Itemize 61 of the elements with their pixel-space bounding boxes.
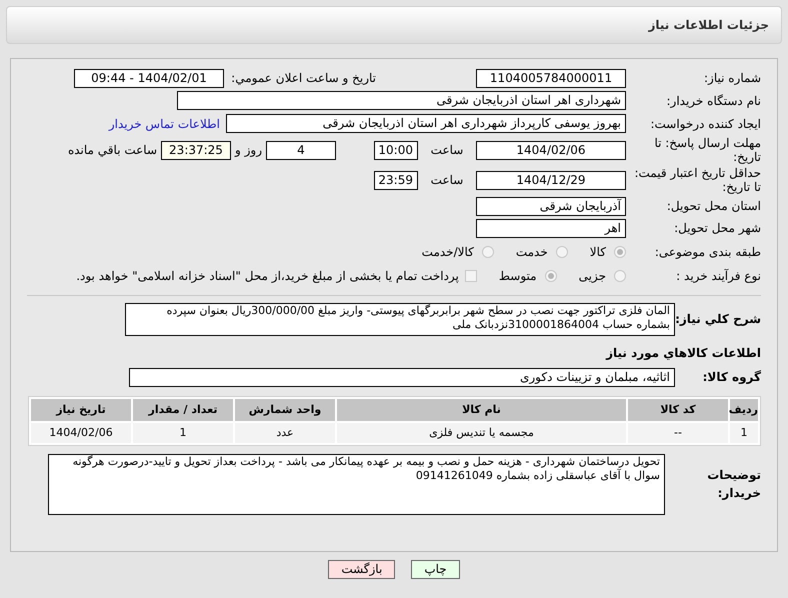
radio-button[interactable] <box>614 270 626 282</box>
radio-button[interactable] <box>482 246 494 258</box>
table-cell: 1 <box>730 423 758 443</box>
field-label: توضیحات خریدار: <box>706 467 761 502</box>
days-field: 4 <box>266 140 336 160</box>
table-cell: 1404/02/06 <box>31 423 131 443</box>
field-label: شرح کلي نياز: <box>675 311 761 328</box>
field-label: شهر محل تحویل: <box>673 221 761 235</box>
buyer-org-field: شهرداری اهر استان اذربایجان شرقی <box>177 91 626 110</box>
announce-date-field: 1404/02/01 - 09:44 <box>74 68 224 88</box>
radio-label: متوسط <box>498 268 537 285</box>
table-cell: 1 <box>133 423 233 443</box>
column-header: واحد شمارش <box>235 399 335 421</box>
table-cell: مجسمه یا تندیس فلزی <box>337 423 626 443</box>
column-header: نام کالا <box>337 399 626 421</box>
page-title: جزئیات اطلاعات نیاز <box>648 17 769 34</box>
column-header: تعداد / مقدار <box>133 399 233 421</box>
print-button[interactable]: چاپ <box>411 560 460 579</box>
contact-link[interactable]: اطلاعات تماس خریدار <box>108 114 220 132</box>
field-label: شماره نیاز: <box>703 71 761 85</box>
requester-field: بهروز یوسفی کارپرداز شهرداری اهر استان اذربایجان شرقی <box>226 114 626 133</box>
payment-label: پرداخت تمام یا بخشی از مبلغ خرید،از محل "اسناد خزانه اسلامی" خواهد بود. <box>76 268 459 285</box>
radio-button[interactable] <box>544 270 557 282</box>
goods-group-field: اثاثیه، مبلمان و تزیینات دکوری <box>129 368 675 386</box>
buyer-notes-textarea[interactable]: تحویل درساختمان شهرداری - هزینه حمل و نصب و بیمه بر عهده پیمانکار می باشد - پرداخت بعداز تحویل و تایید-درصورت هرگونه سوال با آقای عباسقلی زاده بشماره 09141261049 <box>48 454 665 514</box>
section-heading: اطلاعات کالاهاي مورد نياز <box>604 345 761 362</box>
remaining-label: ساعت باقي مانده <box>68 142 157 159</box>
field-label: نام دستگاه خریدار: <box>666 94 761 108</box>
days-label: روز و <box>234 142 263 159</box>
radio-label: جزیی <box>578 268 606 285</box>
city-field: اهر <box>476 218 626 238</box>
remaining-time-field: 23:37:25 <box>161 140 231 160</box>
column-header: کد کالا <box>628 399 728 421</box>
validity-time-field: 23:59 <box>374 170 418 190</box>
table-cell: عدد <box>235 423 335 443</box>
time-label: ساعت <box>430 142 464 159</box>
back-button[interactable]: بازگشت <box>328 560 396 579</box>
province-field: آذربایجان شرقی <box>476 196 626 216</box>
field-label: طبقه بندی موضوعی: <box>654 245 761 259</box>
field-label: استان محل تحویل: <box>666 199 761 213</box>
deadline-date-field: 1404/02/06 <box>476 140 626 160</box>
radio-label: کالا <box>590 244 606 261</box>
radio-label: کالا/خدمت <box>422 244 474 261</box>
radio-button[interactable] <box>614 246 626 258</box>
time-label: ساعت <box>430 172 464 189</box>
radio-button[interactable] <box>556 246 568 258</box>
checkbox[interactable] <box>464 270 477 282</box>
field-label: گروه کالا: <box>702 369 761 386</box>
table-cell: -- <box>628 423 728 443</box>
field-label: ایجاد کننده درخواست: <box>649 116 761 130</box>
field-label: نوع فرآیند خرید : <box>675 269 761 283</box>
description-textarea[interactable]: المان فلزی تراکتور جهت نصب در سطح شهر برابربرگهای پیوستی- واریز مبلغ 300/000/00ریال بعنوان سپرده بشماره حساب 3100001864004نزدبانک ملی <box>125 302 675 336</box>
field-label: حداقل تاريخ اعتبار قيمت: تا تاريخ: <box>633 166 761 194</box>
field-label: تاريخ و ساعت اعلان عمومي: <box>230 70 376 87</box>
column-header: تاریخ نیاز <box>31 399 131 421</box>
field-label: مهلت ارسال پاسخ: تا تاریخ: <box>653 136 761 164</box>
need-number-field: 1104005784000011 <box>476 68 626 88</box>
deadline-time-field: 10:00 <box>374 140 418 160</box>
validity-date-field: 1404/12/29 <box>476 170 626 190</box>
radio-label: خدمت <box>516 244 548 261</box>
column-header: ردیف <box>730 399 758 421</box>
